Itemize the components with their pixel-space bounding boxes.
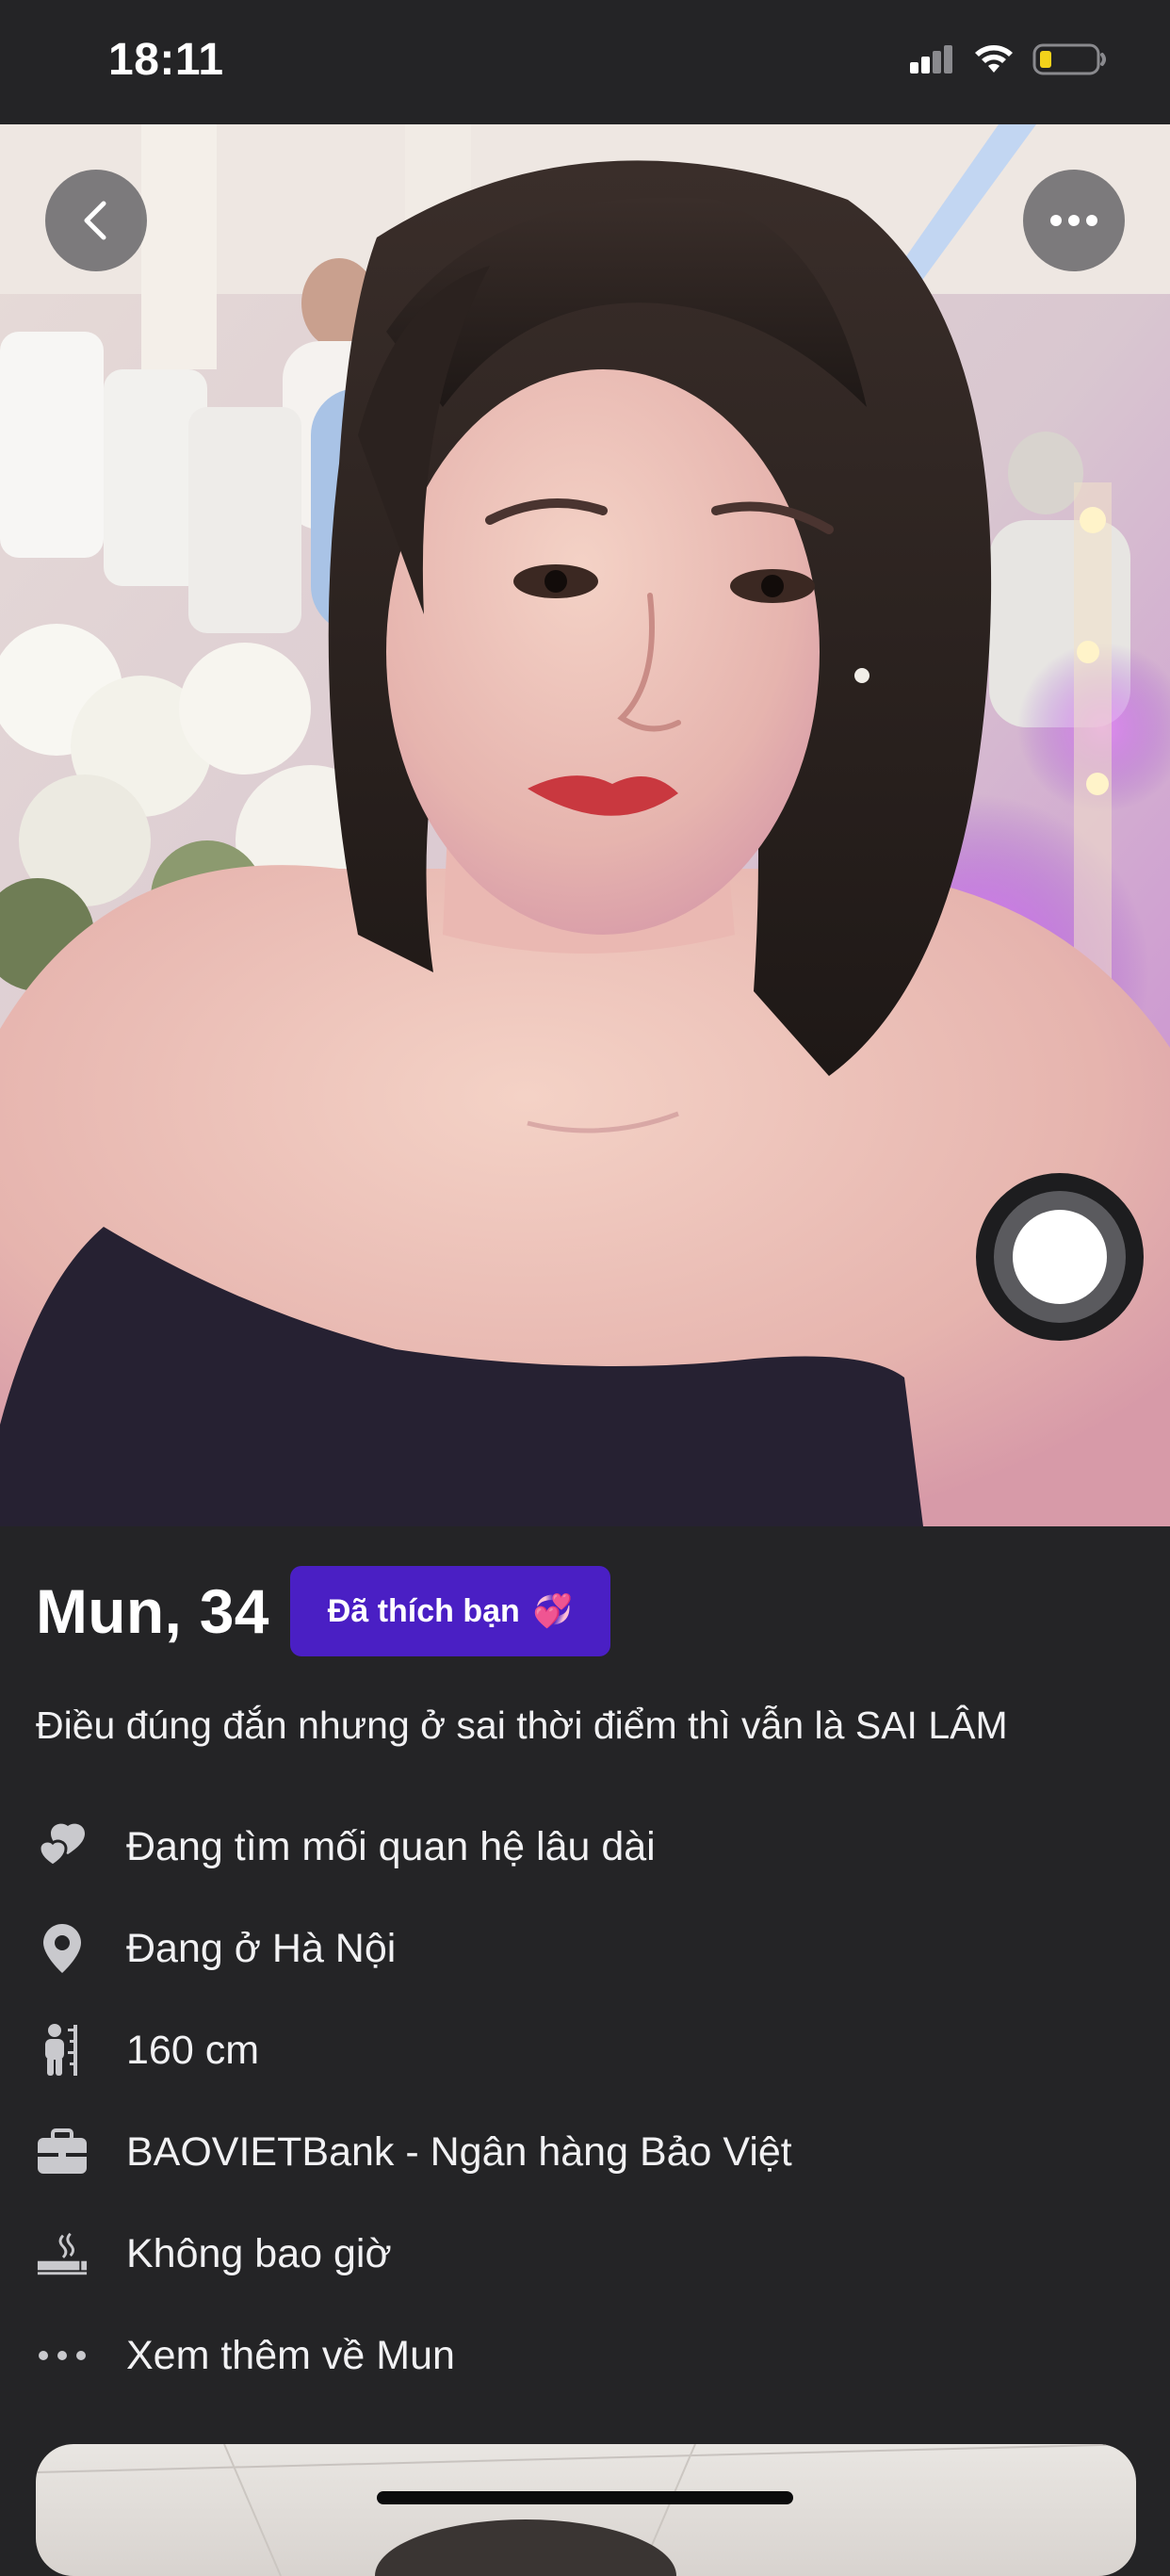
hearts-icon — [36, 1820, 89, 1873]
status-bar: 18:11 — [0, 0, 1170, 124]
status-icons — [908, 41, 1108, 77]
detail-location: Đang ở Hà Nội — [36, 1898, 1129, 1999]
profile-bio: Điều đúng đắn nhưng ở sai thời điểm thì … — [36, 1704, 1008, 1747]
detail-text: BAOVIETBank - Ngân hàng Bảo Việt — [126, 2128, 792, 2175]
assistive-touch-ring — [994, 1191, 1126, 1323]
profile-photo[interactable] — [0, 124, 1170, 1526]
wifi-icon — [975, 45, 1013, 73]
detail-height: 160 cm — [36, 1999, 1129, 2101]
assistive-touch-button[interactable] — [976, 1173, 1144, 1341]
liked-you-badge: Đã thích bạn 💞 — [289, 1566, 611, 1656]
next-photo-card[interactable] — [36, 2444, 1136, 2576]
detail-text: Không bao giờ — [126, 2230, 392, 2276]
battery-icon — [1032, 43, 1106, 75]
home-indicator[interactable] — [377, 2491, 793, 2504]
chevron-left-icon — [84, 201, 106, 240]
see-more-label: Xem thêm về Mun — [126, 2332, 455, 2378]
ellipsis-icon — [1050, 215, 1097, 226]
location-pin-icon — [36, 1922, 89, 1975]
detail-smoking: Không bao giờ — [36, 2203, 1129, 2305]
see-more-link[interactable]: Xem thêm về Mun — [36, 2305, 1129, 2406]
status-time: 18:11 — [108, 35, 224, 85]
smoking-icon — [36, 2227, 89, 2280]
height-icon — [36, 2024, 89, 2077]
profile-details: Đang tìm mối quan hệ lâu dài Đang ở Hà N… — [36, 1796, 1129, 2406]
name-row: Mun, 34 Đã thích bạn 💞 — [36, 1566, 611, 1656]
more-options-button[interactable] — [1023, 170, 1125, 271]
back-button[interactable] — [45, 170, 147, 271]
detail-workplace: BAOVIETBank - Ngân hàng Bảo Việt — [36, 2101, 1129, 2203]
detail-relationship-goal: Đang tìm mối quan hệ lâu dài — [36, 1796, 1129, 1898]
detail-text: 160 cm — [126, 2027, 260, 2073]
detail-text: Đang tìm mối quan hệ lâu dài — [126, 1823, 656, 1869]
hearts-emoji-icon: 💞 — [532, 1593, 574, 1629]
assistive-touch-core — [1013, 1210, 1107, 1304]
more-dots-icon — [36, 2329, 89, 2382]
briefcase-icon — [36, 2126, 89, 2178]
cellular-signal-icon — [910, 45, 952, 73]
detail-text: Đang ở Hà Nội — [126, 1925, 397, 1971]
profile-name-age: Mun, 34 — [36, 1576, 269, 1646]
liked-you-label: Đã thích bạn — [327, 1592, 520, 1629]
